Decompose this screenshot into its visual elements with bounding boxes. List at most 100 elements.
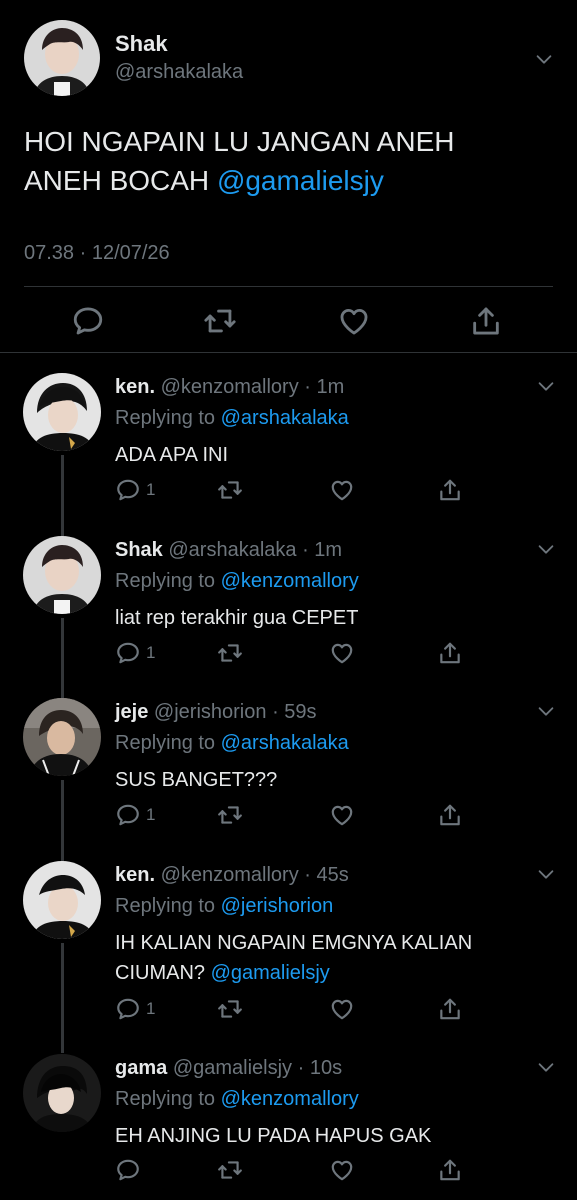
avatar[interactable] xyxy=(23,1054,101,1132)
tweet-actions xyxy=(0,300,577,340)
reply-icon[interactable] xyxy=(71,304,105,338)
reply-text-content: EH ANJING LU PADA HAPUS GAK xyxy=(115,1125,432,1147)
reply-icon[interactable] xyxy=(115,1157,141,1183)
like-icon[interactable] xyxy=(329,477,355,503)
reply-tweet[interactable]: Shak @arshakalaka · 1m Replying to @kenz… xyxy=(0,536,577,700)
author-name[interactable]: ken. xyxy=(115,864,155,886)
author-name[interactable]: Shak xyxy=(115,31,168,57)
avatar[interactable] xyxy=(23,373,101,451)
author-handle[interactable]: @arshakalaka xyxy=(115,61,243,84)
thread-line xyxy=(61,455,64,537)
author-name[interactable]: jeje xyxy=(115,701,148,723)
reply-count: 1 xyxy=(146,643,156,662)
retweet-icon[interactable] xyxy=(217,996,243,1022)
replying-to: Replying to @kenzomallory xyxy=(115,1088,359,1111)
reply-text-content: ADA APA INI xyxy=(115,444,229,466)
tweet-text-line1: HOI NGAPAIN LU JANGAN ANEH xyxy=(24,126,455,157)
replying-to-link[interactable]: @jerishorion xyxy=(221,895,334,917)
author-name[interactable]: gama xyxy=(115,1057,167,1079)
retweet-icon[interactable] xyxy=(217,640,243,666)
replying-label: Replying to xyxy=(115,407,221,429)
reply-header: jeje @jerishorion · 59s xyxy=(115,701,317,724)
avatar[interactable] xyxy=(24,20,100,96)
reply-text-content: liat rep terakhir gua CEPET xyxy=(115,607,359,629)
avatar[interactable] xyxy=(23,861,101,939)
reply-tweet[interactable]: jeje @jerishorion · 59s Replying to @ars… xyxy=(0,698,577,862)
share-icon[interactable] xyxy=(437,802,463,828)
author-handle[interactable]: @gamalielsjy xyxy=(173,1057,292,1079)
reply-icon[interactable] xyxy=(115,640,141,666)
replying-label: Replying to xyxy=(115,732,221,754)
chevron-down-icon[interactable] xyxy=(535,863,557,885)
retweet-icon[interactable] xyxy=(203,304,237,338)
reply-text: ADA APA INI xyxy=(115,440,535,470)
avatar[interactable] xyxy=(23,698,101,776)
replying-label: Replying to xyxy=(115,895,221,917)
chevron-down-icon[interactable] xyxy=(535,1056,557,1078)
reply-time: · 59s xyxy=(272,701,317,723)
retweet-icon[interactable] xyxy=(217,802,243,828)
author-handle[interactable]: @kenzomallory xyxy=(161,864,299,886)
reply-icon[interactable] xyxy=(115,802,141,828)
retweet-icon[interactable] xyxy=(217,477,243,503)
like-icon[interactable] xyxy=(329,802,355,828)
reply-actions: 1 xyxy=(115,477,475,507)
share-icon[interactable] xyxy=(437,477,463,503)
reply-header: gama @gamalielsjy · 10s xyxy=(115,1057,342,1080)
reply-actions: 1 xyxy=(115,802,475,832)
retweet-icon[interactable] xyxy=(217,1157,243,1183)
chevron-down-icon[interactable] xyxy=(535,700,557,722)
chevron-down-icon[interactable] xyxy=(535,538,557,560)
like-icon[interactable] xyxy=(329,996,355,1022)
reply-count: 1 xyxy=(146,999,156,1018)
author-handle[interactable]: @jerishorion xyxy=(154,701,267,723)
like-icon[interactable] xyxy=(337,304,371,338)
reply-tweet[interactable]: ken. @kenzomallory · 1m Replying to @ars… xyxy=(0,373,577,537)
avatar[interactable] xyxy=(23,536,101,614)
replying-to-link[interactable]: @kenzomallory xyxy=(221,1088,359,1110)
reply-text: EH ANJING LU PADA HAPUS GAK xyxy=(115,1121,535,1151)
replying-to-link[interactable]: @kenzomallory xyxy=(221,570,359,592)
reply-icon[interactable] xyxy=(115,996,141,1022)
reply-icon[interactable] xyxy=(115,477,141,503)
main-tweet[interactable]: Shak @arshakalaka HOI NGAPAIN LU JANGAN … xyxy=(0,0,577,352)
chevron-down-icon[interactable] xyxy=(535,375,557,397)
like-icon[interactable] xyxy=(329,640,355,666)
reply-header: ken. @kenzomallory · 45s xyxy=(115,864,349,887)
chevron-down-icon[interactable] xyxy=(533,48,555,70)
reply-time: · 45s xyxy=(304,864,349,886)
reply-time: · 10s xyxy=(297,1057,343,1079)
share-icon[interactable] xyxy=(437,1157,463,1183)
share-icon[interactable] xyxy=(469,304,503,338)
mention-link[interactable]: @gamalielsjy xyxy=(211,962,330,984)
thread-line xyxy=(61,618,64,700)
replying-label: Replying to xyxy=(115,570,221,592)
replying-to-link[interactable]: @arshakalaka xyxy=(221,732,349,754)
reply-text-content: SUS BANGET??? xyxy=(115,769,278,791)
like-icon[interactable] xyxy=(329,1157,355,1183)
divider xyxy=(0,352,577,353)
reply-tweet[interactable]: ken. @kenzomallory · 45s Replying to @je… xyxy=(0,861,577,1053)
author-handle[interactable]: @arshakalaka xyxy=(168,539,296,561)
reply-text: SUS BANGET??? xyxy=(115,765,535,795)
reply-count: 1 xyxy=(146,805,156,824)
reply-actions: 1 xyxy=(115,996,475,1026)
reply-time: · 1m xyxy=(302,539,343,561)
author-name[interactable]: Shak xyxy=(115,539,163,561)
mention-link[interactable]: @gamalielsjy xyxy=(217,165,384,196)
replying-to: Replying to @jerishorion xyxy=(115,895,333,918)
thread-line xyxy=(61,943,64,1053)
tweet-text: HOI NGAPAIN LU JANGAN ANEH ANEH BOCAH @g… xyxy=(24,122,544,200)
share-icon[interactable] xyxy=(437,996,463,1022)
replying-to-link[interactable]: @arshakalaka xyxy=(221,407,349,429)
author-handle[interactable]: @kenzomallory xyxy=(161,376,299,398)
reply-actions xyxy=(115,1157,475,1187)
share-icon[interactable] xyxy=(437,640,463,666)
reply-text: IH KALIAN NGAPAIN EMGNYA KALIAN CIUMAN? … xyxy=(115,928,535,988)
reply-tweet[interactable]: gama @gamalielsjy · 10s Replying to @ken… xyxy=(0,1054,577,1194)
divider xyxy=(24,286,553,287)
reply-text: liat rep terakhir gua CEPET xyxy=(115,603,535,633)
replying-to: Replying to @arshakalaka xyxy=(115,407,349,430)
replying-to: Replying to @arshakalaka xyxy=(115,732,349,755)
author-name[interactable]: ken. xyxy=(115,376,155,398)
